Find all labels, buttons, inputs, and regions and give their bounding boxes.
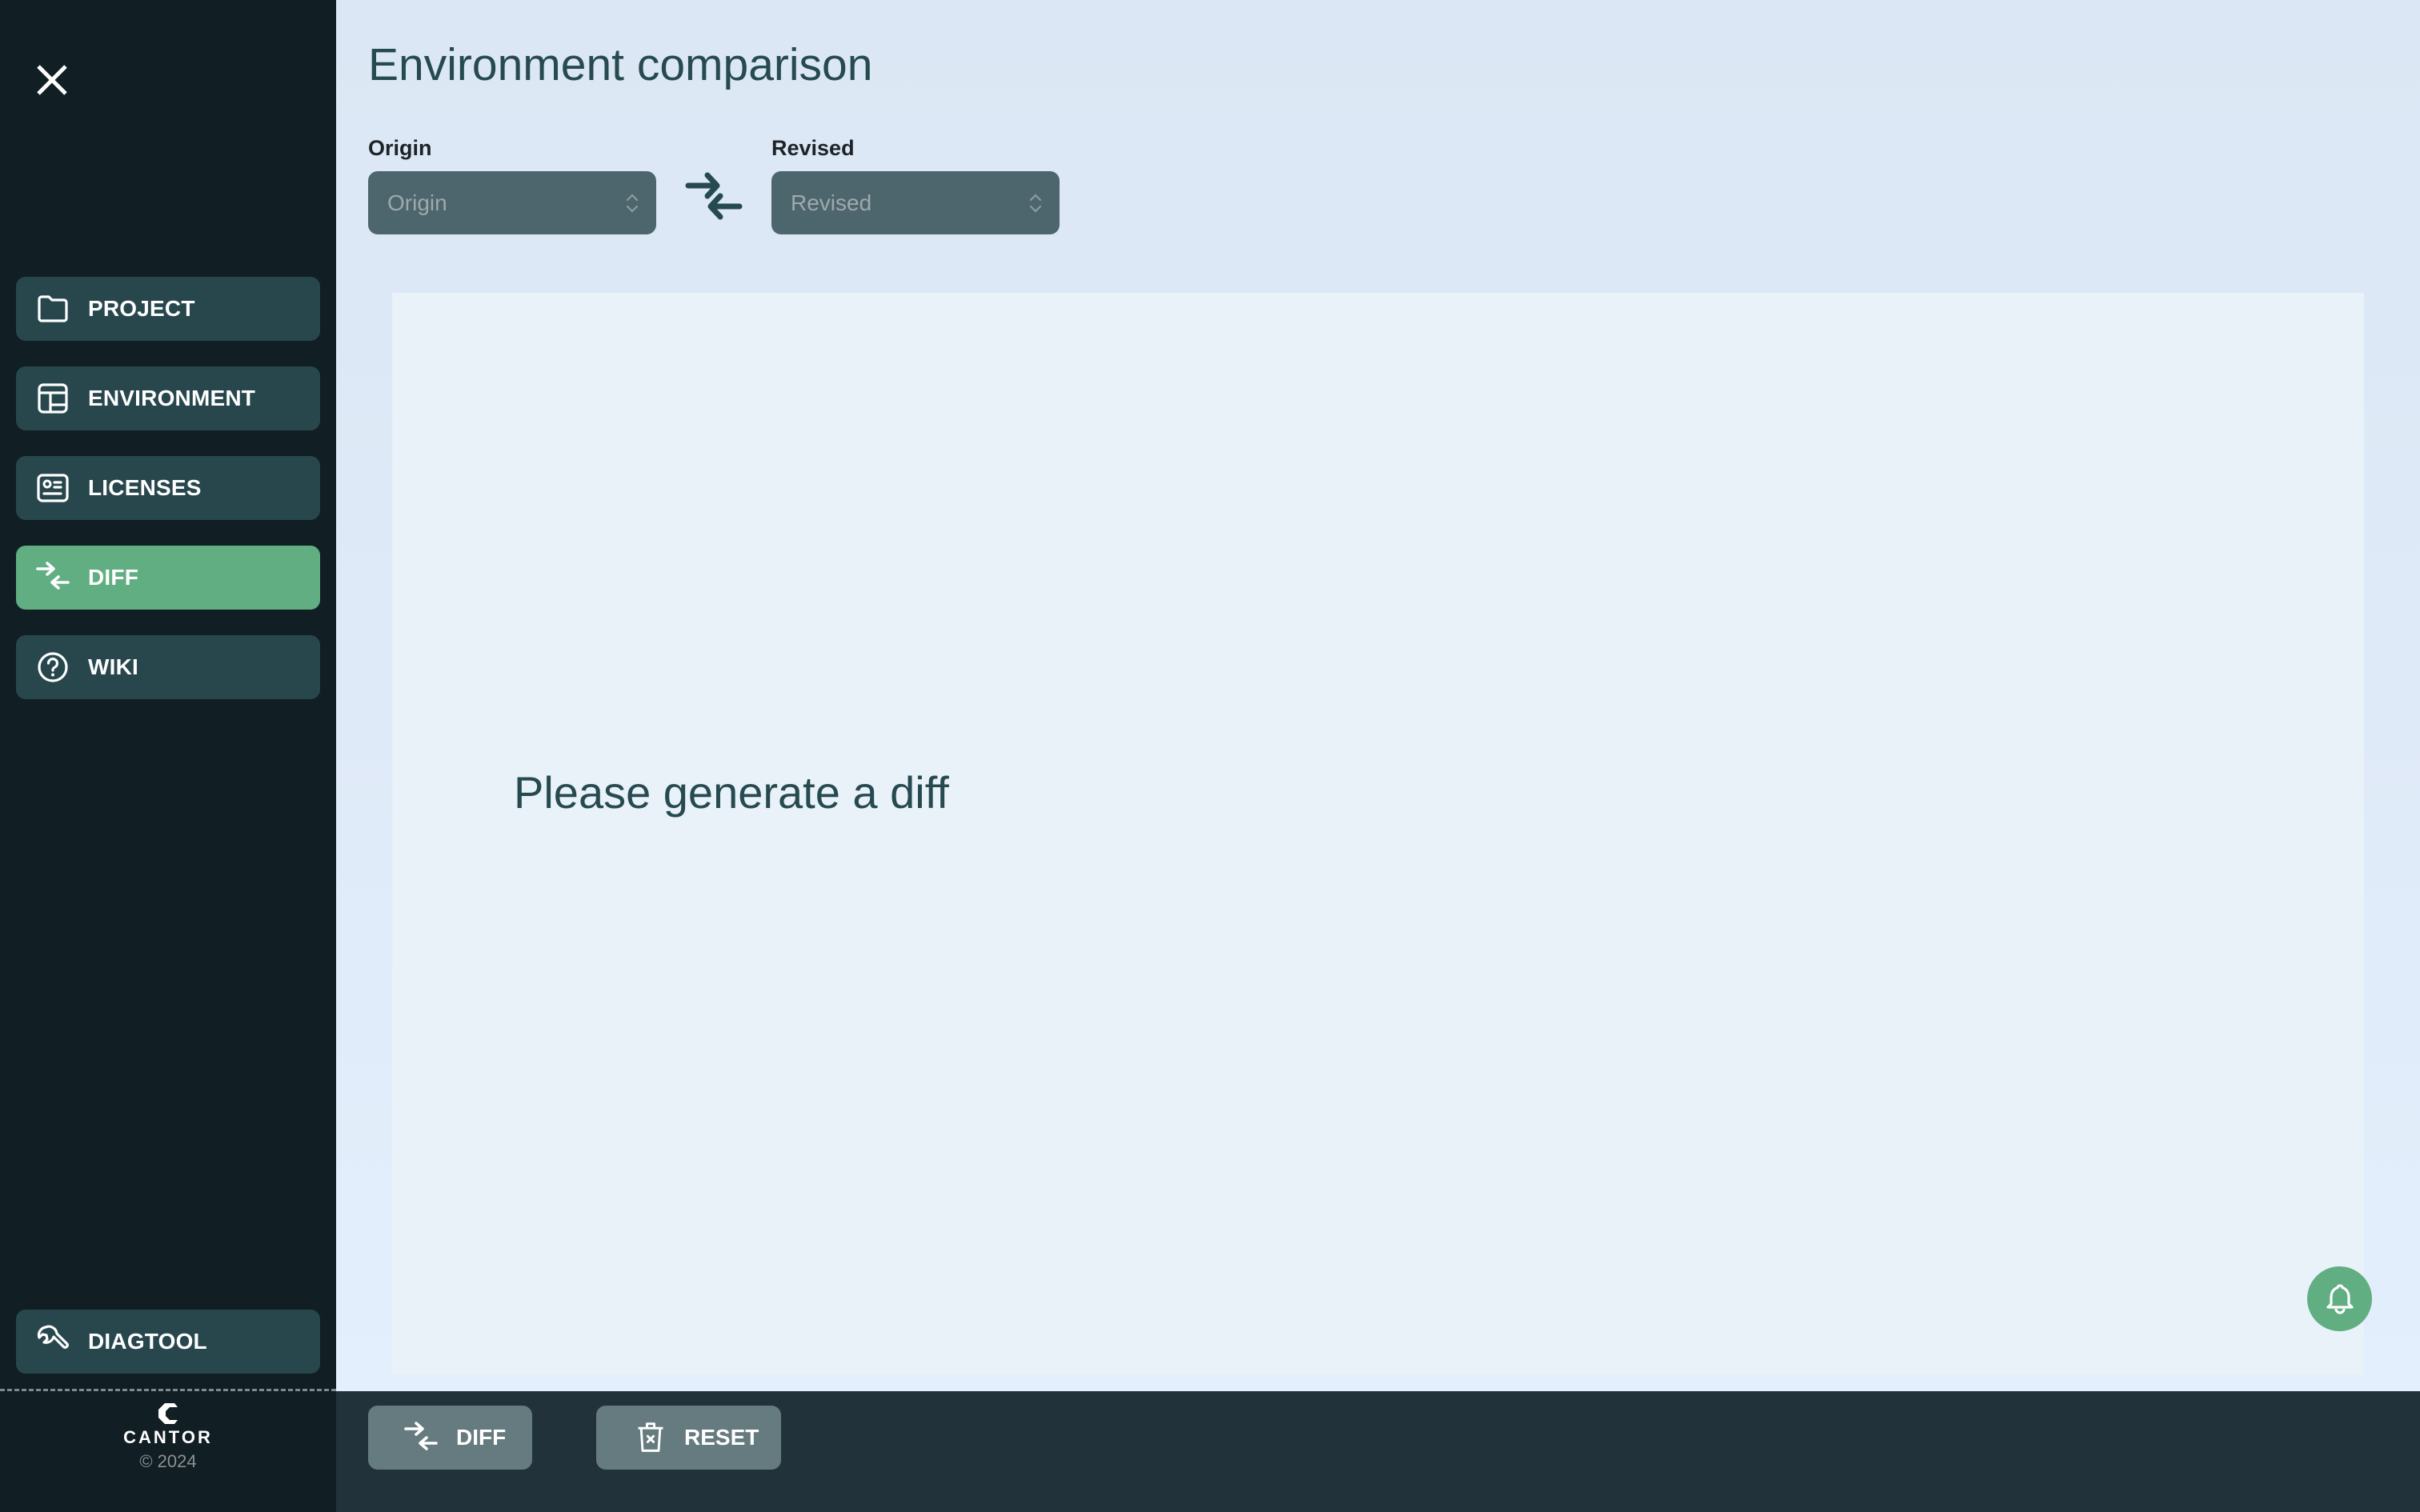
origin-select-placeholder: Origin <box>387 190 447 215</box>
diff-result-panel <box>392 293 2364 1374</box>
trash-icon <box>638 1422 663 1452</box>
sidebar-item-label: WIKI <box>88 654 139 679</box>
sidebar-item-diff[interactable]: DIFF <box>16 546 320 610</box>
copyright: © 2024 <box>139 1451 197 1471</box>
help-circle-icon <box>35 650 70 685</box>
cantor-logo-icon <box>158 1403 178 1424</box>
sidebar-item-label: PROJECT <box>88 296 195 321</box>
reset-button[interactable]: RESET <box>596 1406 781 1470</box>
notifications-button[interactable] <box>2307 1266 2372 1331</box>
layout-icon <box>35 381 70 416</box>
swap-arrows-icon <box>35 560 70 595</box>
close-sidebar-button[interactable] <box>32 59 72 101</box>
empty-state-message: Please generate a diff <box>514 767 949 818</box>
sidebar-item-project[interactable]: PROJECT <box>16 277 320 341</box>
swap-arrows-icon <box>404 1422 438 1450</box>
select-chevron-icon <box>626 194 639 213</box>
sidebar: PROJECT ENVIRONMENT LICENSES DIFF WIKI D… <box>0 0 336 1512</box>
revised-select-placeholder: Revised <box>791 190 872 215</box>
revised-select[interactable]: Revised <box>771 171 1060 234</box>
sidebar-item-label: LICENSES <box>88 475 202 500</box>
origin-label: Origin <box>368 136 432 160</box>
sidebar-item-label: DIAGTOOL <box>88 1329 207 1354</box>
sidebar-item-wiki[interactable]: WIKI <box>16 635 320 699</box>
generate-diff-label: DIFF <box>456 1425 507 1450</box>
sidebar-item-environment[interactable]: ENVIRONMENT <box>16 366 320 430</box>
origin-select[interactable]: Origin <box>368 171 656 234</box>
wrench-icon <box>35 1324 70 1359</box>
sidebar-item-label: DIFF <box>88 565 139 590</box>
sidebar-item-diagtool[interactable]: DIAGTOOL <box>16 1310 320 1374</box>
swap-environments-button[interactable] <box>685 170 743 222</box>
select-chevron-icon <box>1029 194 1042 213</box>
sidebar-divider <box>0 1389 336 1391</box>
folder-icon <box>35 291 70 326</box>
sidebar-item-label: ENVIRONMENT <box>88 386 256 410</box>
sidebar-item-licenses[interactable]: LICENSES <box>16 456 320 520</box>
reset-label: RESET <box>684 1425 759 1450</box>
brand: CANTOR © 2024 <box>0 1403 336 1472</box>
bell-icon <box>2326 1283 2354 1314</box>
id-card-icon <box>35 470 70 506</box>
page-title: Environment comparison <box>368 39 873 90</box>
swap-arrows-icon <box>685 172 743 220</box>
generate-diff-button[interactable]: DIFF <box>368 1406 532 1470</box>
revised-label: Revised <box>771 136 855 160</box>
close-icon <box>37 65 67 95</box>
brand-name: CANTOR <box>123 1427 213 1447</box>
